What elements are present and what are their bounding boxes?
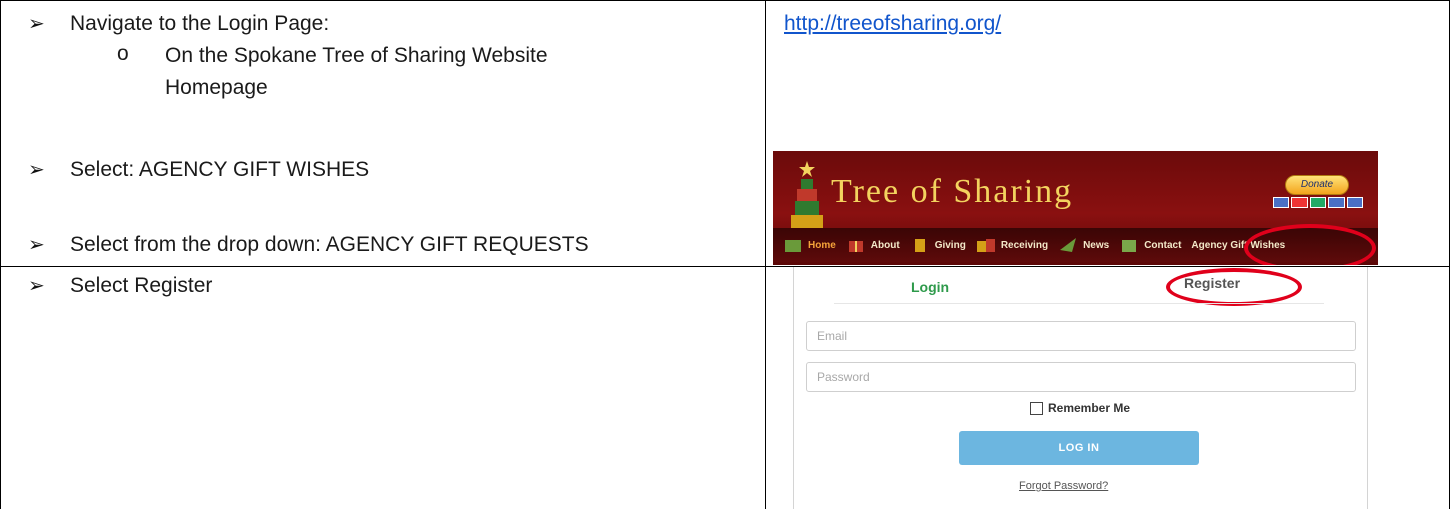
news-icon	[1060, 238, 1077, 252]
login-panel-image: Login Register Remember Me LOG IN Forgot…	[793, 267, 1368, 509]
contact-icon	[1122, 240, 1137, 252]
table-border-left	[0, 0, 1, 509]
table-column-divider	[765, 0, 766, 509]
checkbox-icon	[1030, 401, 1043, 415]
tree-of-sharing-link[interactable]: http://treeofsharing.org/	[784, 12, 1001, 35]
register-highlight-circle	[1166, 268, 1302, 306]
nav-item-giving[interactable]: Giving	[910, 236, 966, 254]
list-item: ➢ Select from the drop down: AGENCY GIFT…	[28, 231, 589, 259]
step-text: Select from the drop down: AGENCY GIFT R…	[70, 233, 589, 256]
nav-label: Contact	[1144, 239, 1182, 251]
site-banner-image: Tree of Sharing Donate Home About Giving…	[773, 151, 1378, 265]
password-input[interactable]	[807, 363, 1355, 391]
nav-item-home[interactable]: Home	[783, 236, 836, 254]
highlight-circle	[1244, 224, 1376, 265]
step-text: Select Register	[70, 274, 213, 297]
home-icon	[785, 240, 801, 252]
sub-bullet-icon: o	[117, 42, 129, 65]
bullet-arrow-icon: ➢	[28, 13, 45, 35]
email-field[interactable]	[806, 321, 1356, 351]
banner-title: Tree of Sharing	[831, 173, 1074, 210]
nav-item-news[interactable]: News	[1058, 236, 1109, 254]
step-subtext-continued: Homepage	[165, 76, 268, 99]
list-item: ➢ Navigate to the Login Page:	[28, 10, 329, 38]
payment-cards-icon	[1273, 197, 1364, 208]
login-button[interactable]: LOG IN	[959, 431, 1199, 465]
remember-me-checkbox[interactable]: Remember Me	[1030, 401, 1130, 415]
tab-divider	[834, 303, 1324, 304]
donate-button[interactable]: Donate	[1285, 175, 1349, 195]
forgot-password-link[interactable]: Forgot Password?	[1019, 480, 1108, 492]
nav-label: News	[1083, 239, 1110, 251]
gift-icon	[914, 239, 925, 252]
tab-login[interactable]: Login	[911, 279, 949, 295]
nav-label: Giving	[934, 239, 966, 251]
remember-label: Remember Me	[1048, 401, 1131, 415]
password-field[interactable]	[806, 362, 1356, 392]
list-item: ➢ Select: AGENCY GIFT WISHES	[28, 156, 369, 184]
nav-item-about[interactable]: About	[846, 236, 900, 254]
nav-item-receiving[interactable]: Receiving	[976, 236, 1048, 254]
list-item: o On the Spokane Tree of Sharing Website	[117, 42, 548, 70]
gift-icon	[848, 241, 863, 252]
bullet-arrow-icon: ➢	[28, 234, 45, 256]
table-border-top	[0, 0, 1450, 1]
nav-item-contact[interactable]: Contact	[1119, 236, 1181, 254]
email-input[interactable]	[807, 322, 1355, 350]
gifts-icon	[976, 239, 995, 252]
nav-label: About	[870, 239, 900, 251]
bullet-arrow-icon: ➢	[28, 275, 45, 297]
list-item: ➢ Select Register	[28, 272, 212, 300]
row1-right-cell: http://treeofsharing.org/	[784, 10, 1001, 38]
step-text: Navigate to the Login Page:	[70, 12, 330, 35]
nav-label: Home	[808, 239, 836, 251]
bullet-arrow-icon: ➢	[28, 159, 45, 181]
list-item: Homepage	[165, 74, 268, 102]
step-subtext: On the Spokane Tree of Sharing Website	[165, 44, 548, 67]
step-text: Select: AGENCY GIFT WISHES	[70, 158, 370, 181]
nav-label: Receiving	[1000, 239, 1049, 251]
